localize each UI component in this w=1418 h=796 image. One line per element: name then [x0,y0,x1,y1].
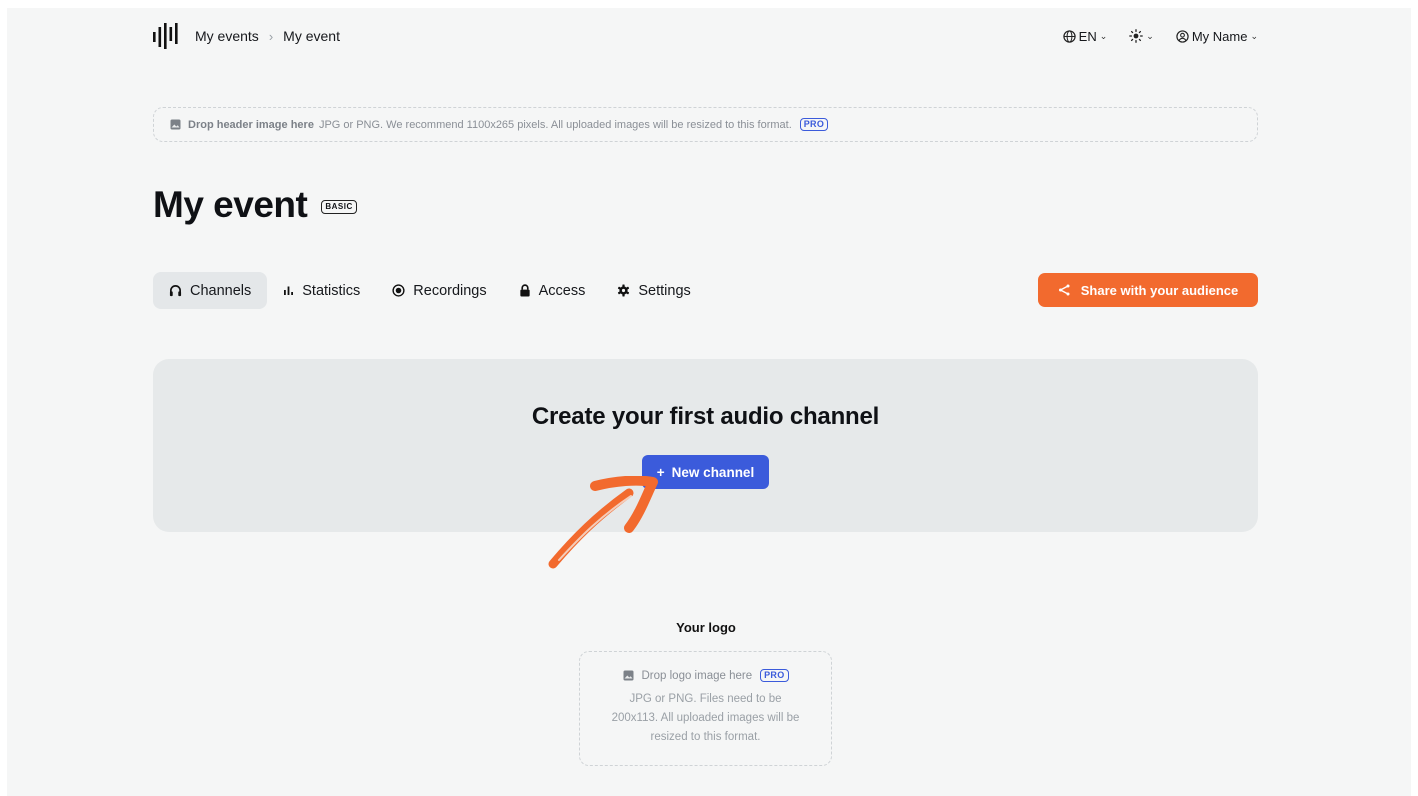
header-drop-hint: JPG or PNG. We recommend 1100x265 pixels… [318,118,792,131]
logo-drop-description: JPG or PNG. Files need to be 200x113. Al… [611,693,800,743]
tab-label: Statistics [302,282,361,299]
top-right-menus: EN ⌄ ⌄ My Name ⌄ [1062,28,1258,44]
sun-icon [1129,29,1144,43]
tab-recordings[interactable]: Recordings [376,272,502,309]
tab-settings[interactable]: Settings [601,272,706,309]
user-menu[interactable]: My Name ⌄ [1176,29,1258,44]
header-image-dropzone[interactable]: Drop header image here JPG or PNG. We re… [153,107,1258,142]
tab-label: Recordings [413,282,487,299]
app-logo-icon[interactable] [153,23,183,49]
tab-label: Channels [190,282,252,299]
logo-dropzone[interactable]: Drop logo image here PRO JPG or PNG. Fil… [579,651,832,766]
create-channel-panel: Create your first audio channel + New ch… [153,359,1258,532]
theme-menu[interactable]: ⌄ [1129,29,1154,43]
bar-chart-icon [284,286,294,295]
gear-icon [618,284,630,297]
pro-badge: PRO [760,669,789,682]
tab-access[interactable]: Access [503,272,602,309]
lock-icon [519,284,530,297]
tab-channels[interactable]: Channels [153,272,268,309]
logo-section-label: Your logo [676,620,736,635]
share-label: Share with your audience [1080,282,1239,298]
create-channel-title: Create your first audio channel [531,403,880,430]
chevron-down-icon: ⌄ [1099,30,1108,41]
breadcrumb-my-events[interactable]: My events [195,28,259,44]
new-channel-label: New channel [671,464,755,480]
share-button[interactable]: Share with your audience [1038,273,1258,307]
user-name: My Name [1191,28,1248,44]
tab-label: Settings [638,282,691,299]
tab-statistics[interactable]: Statistics [267,272,376,309]
chevron-down-icon: ⌄ [1250,30,1258,41]
header-drop-title: Drop header image here [188,118,314,131]
record-icon [392,284,405,297]
plus-icon: + [656,464,665,480]
page-title: My event [153,184,308,225]
new-channel-button[interactable]: + New channel [642,455,769,489]
logo-drop-title: Drop logo image here [641,669,753,682]
tab-bar: Channels Statistics Recordings Access Se… [153,272,707,309]
image-icon [170,119,181,130]
breadcrumb-separator: › [268,28,274,44]
chevron-down-icon: ⌄ [1146,30,1154,41]
image-icon [623,670,633,681]
user-circle-icon [1176,29,1189,43]
language-menu[interactable]: EN ⌄ [1062,28,1108,44]
headphones-icon [169,285,182,297]
language-label: EN [1078,28,1097,44]
page-title-row: My event BASIC [153,184,357,226]
tab-label: Access [538,282,586,299]
breadcrumb-current: My event [283,28,340,44]
share-icon [1058,284,1070,296]
top-bar: My events › My event EN ⌄ ⌄ My Name ⌄ [153,23,1258,49]
plan-badge: BASIC [321,200,357,214]
globe-icon [1062,29,1076,43]
breadcrumb: My events › My event [195,28,340,44]
pro-badge: PRO [799,118,829,131]
